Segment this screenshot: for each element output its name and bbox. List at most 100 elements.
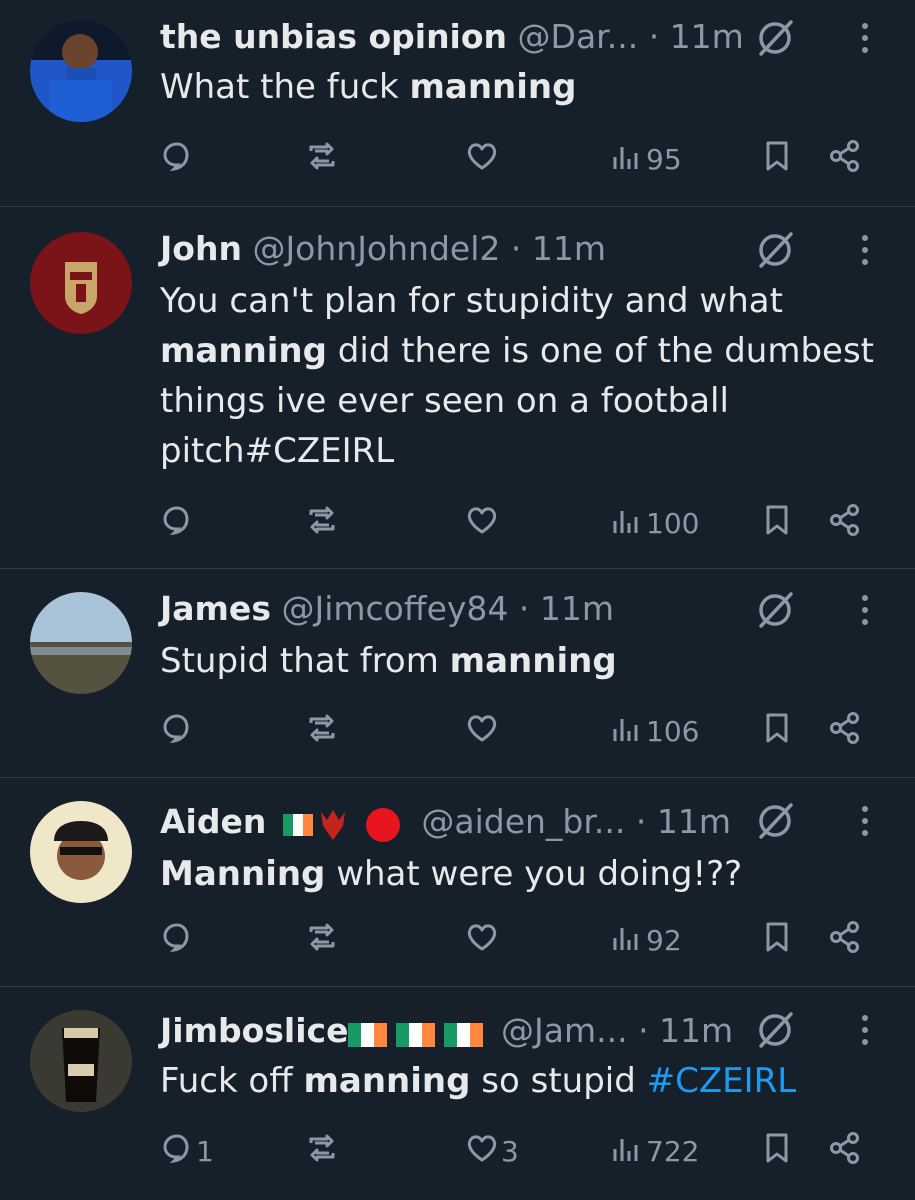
retweet-icon <box>305 503 339 544</box>
user-handle[interactable]: @Jimcoffey84 <box>281 589 508 628</box>
views-icon <box>610 1131 644 1172</box>
user-handle[interactable]: @Jam... <box>501 1011 628 1050</box>
more-icon[interactable] <box>855 1010 875 1050</box>
bookmark-button[interactable] <box>760 917 794 963</box>
views-button[interactable]: 722 <box>610 1128 699 1174</box>
grok-icon[interactable] <box>753 590 797 630</box>
views-icon <box>610 711 644 752</box>
tweet-header: James @Jimcoffey84 · 11m <box>160 586 855 632</box>
tweet-header: Jimboslice @Jam... · 11m <box>160 1008 855 1054</box>
grok-icon[interactable] <box>753 1010 797 1050</box>
like-button[interactable] <box>465 917 501 963</box>
retweet-button[interactable] <box>305 136 341 182</box>
retweet-icon <box>305 1131 339 1172</box>
reply-button[interactable] <box>160 708 196 754</box>
view-count: 100 <box>646 506 700 540</box>
user-handle[interactable]: @JohnJohndel2 <box>252 229 500 268</box>
bookmark-button[interactable] <box>760 1128 794 1174</box>
avatar[interactable] <box>30 801 132 903</box>
retweet-icon <box>305 711 339 752</box>
retweet-button[interactable] <box>305 1128 341 1174</box>
views-button[interactable]: 92 <box>610 917 682 963</box>
retweet-button[interactable] <box>305 500 341 546</box>
timestamp[interactable]: 11m <box>670 17 744 56</box>
ireland-flag-emoji <box>348 1022 388 1047</box>
tweet[interactable]: Aiden @aiden_br... · 11m Manning what we… <box>0 777 915 987</box>
share-button[interactable] <box>828 1128 862 1174</box>
like-button[interactable] <box>465 708 501 754</box>
share-icon <box>828 711 862 752</box>
user-handle[interactable]: @aiden_br... <box>421 802 625 841</box>
tweet-actions: 100 <box>160 500 875 546</box>
bookmark-button[interactable] <box>760 500 794 546</box>
more-icon[interactable] <box>855 801 875 841</box>
views-button[interactable]: 95 <box>610 136 682 182</box>
timestamp[interactable]: 11m <box>659 1011 733 1050</box>
share-button[interactable] <box>828 708 862 754</box>
bookmark-icon <box>760 1131 794 1172</box>
reply-button[interactable] <box>160 136 196 182</box>
bookmark-button[interactable] <box>760 708 794 754</box>
share-button[interactable] <box>828 500 862 546</box>
share-button[interactable] <box>828 136 862 182</box>
tweet[interactable]: James @Jimcoffey84 · 11m Stupid that fro… <box>0 568 915 778</box>
avatar[interactable] <box>30 232 132 334</box>
bookmark-icon <box>760 920 794 961</box>
reply-button[interactable] <box>160 500 196 546</box>
tweet-header: John @JohnJohndel2 · 11m <box>160 226 855 272</box>
reply-button[interactable] <box>160 917 196 963</box>
phoenix-emoji <box>320 809 345 840</box>
ireland-flag-emoji <box>444 1022 484 1047</box>
share-icon <box>828 139 862 180</box>
reply-count: 1 <box>196 1134 214 1168</box>
bookmark-button[interactable] <box>760 136 794 182</box>
separator-dot: · <box>638 1011 649 1050</box>
views-icon <box>610 920 644 961</box>
tweet[interactable]: Jimboslice @Jam... · 11m Fuck off mannin… <box>0 986 915 1200</box>
separator-dot: · <box>518 589 530 628</box>
grok-icon[interactable] <box>753 18 797 58</box>
like-count: 3 <box>501 1134 519 1168</box>
grok-icon[interactable] <box>753 801 797 841</box>
reply-button[interactable]: 1 <box>160 1128 214 1174</box>
more-icon[interactable] <box>855 18 875 58</box>
like-icon <box>465 139 499 180</box>
hashtag-link[interactable]: #CZEIRL <box>647 1061 797 1101</box>
share-button[interactable] <box>828 917 862 963</box>
timestamp[interactable]: 11m <box>657 802 731 841</box>
more-icon[interactable] <box>855 590 875 630</box>
reply-icon <box>160 920 194 961</box>
retweet-button[interactable] <box>305 708 341 754</box>
avatar[interactable] <box>30 20 132 122</box>
avatar[interactable] <box>30 1010 132 1112</box>
display-name[interactable]: James <box>160 589 271 628</box>
name-emojis <box>282 807 400 842</box>
display-name[interactable]: the unbias opinion <box>160 17 507 56</box>
views-button[interactable]: 106 <box>610 708 699 754</box>
share-icon <box>828 1131 862 1172</box>
avatar[interactable] <box>30 592 132 694</box>
like-button[interactable] <box>465 136 501 182</box>
more-icon[interactable] <box>855 230 875 270</box>
user-handle[interactable]: @Dar... <box>518 17 639 56</box>
like-button[interactable] <box>465 500 501 546</box>
grok-icon[interactable] <box>753 230 797 270</box>
display-name[interactable]: John <box>160 229 242 268</box>
reply-icon <box>160 503 194 544</box>
timestamp[interactable]: 11m <box>540 589 614 628</box>
tweet[interactable]: John @JohnJohndel2 · 11m You can't plan … <box>0 206 915 569</box>
like-icon <box>465 711 499 752</box>
like-icon <box>465 920 499 961</box>
views-icon <box>610 503 644 544</box>
tweet[interactable]: the unbias opinion @Dar... · 11m What th… <box>0 0 915 207</box>
timestamp[interactable]: 11m <box>532 229 606 268</box>
tweet-header: Aiden @aiden_br... · 11m <box>160 799 855 845</box>
retweet-button[interactable] <box>305 917 341 963</box>
tweet-actions: 1 3 722 <box>160 1128 875 1174</box>
view-count: 106 <box>646 714 700 748</box>
red-circle-emoji <box>365 807 400 842</box>
display-name[interactable]: Aiden <box>160 802 266 841</box>
views-button[interactable]: 100 <box>610 500 699 546</box>
display-name[interactable]: Jimboslice <box>160 1011 348 1050</box>
like-button[interactable]: 3 <box>465 1128 519 1174</box>
